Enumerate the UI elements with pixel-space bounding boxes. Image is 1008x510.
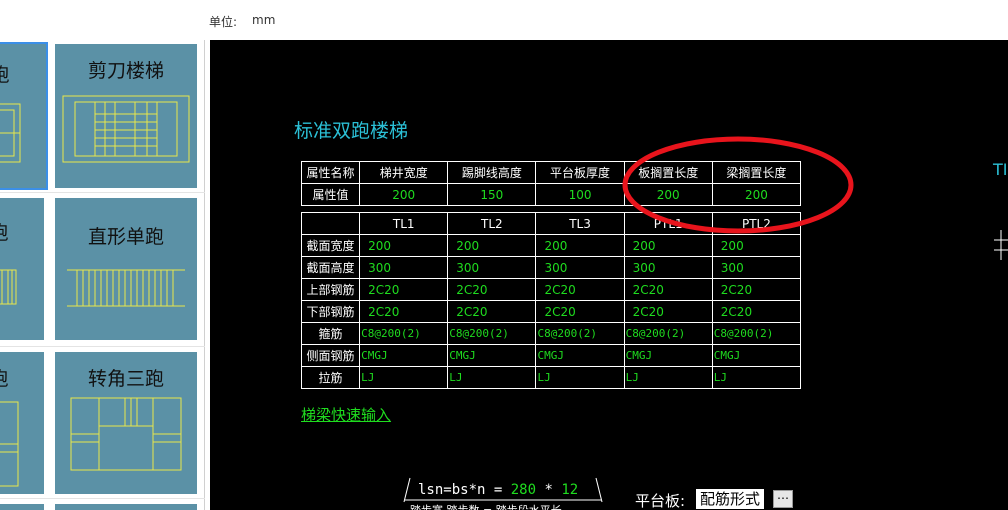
beam-quick-input-link[interactable]: 梯梁快速输入	[301, 404, 391, 425]
property-header: 属性名称	[300, 161, 361, 184]
formula-operator: *	[536, 482, 562, 498]
beam-value[interactable]: C8@200(2)	[711, 322, 802, 345]
formula-caption: 踏步宽 踏步数 = 踏步段水平长	[410, 502, 562, 510]
beam-value[interactable]: 300	[447, 256, 537, 279]
beam-row-label: 截面高度	[300, 256, 361, 279]
corner-stair-icon	[70, 397, 182, 471]
property-header: 踢脚线高度	[447, 161, 537, 184]
beam-corner-cell	[300, 212, 361, 235]
divider	[0, 346, 205, 347]
top-bar: 单位: mm	[0, 0, 1008, 40]
template-tile-straight-single-run[interactable]: 直形单跑	[55, 198, 197, 340]
stair-run-icon	[0, 401, 19, 487]
cad-canvas[interactable]: 标准双跑楼梯 属性名称 梯井宽度 踢脚线高度 平台板厚度 板搁置长度 梁搁置长度…	[210, 40, 1008, 510]
beam-value[interactable]: 2C20	[623, 300, 713, 323]
divider	[0, 498, 205, 499]
formula-prefix: lsn=bs*n =	[418, 482, 511, 498]
beam-value[interactable]: 300	[359, 256, 449, 279]
beam-column-header: TL3	[535, 212, 625, 235]
beam-value[interactable]: 300	[711, 256, 802, 279]
beam-value[interactable]: 2C20	[623, 278, 713, 301]
beam-value[interactable]: 200	[447, 234, 537, 257]
beam-value[interactable]: C8@200(2)	[623, 322, 713, 345]
divider	[0, 192, 205, 193]
template-tile-double-run[interactable]: 跑	[0, 42, 48, 190]
property-row-label: 属性值	[300, 183, 361, 206]
formula-bs[interactable]: 280	[511, 482, 536, 498]
unit-value: mm	[252, 13, 276, 27]
scissor-stair-icon	[62, 95, 190, 163]
platform-reinforcement-field[interactable]: 配筋形式	[696, 489, 765, 509]
beam-value[interactable]: LJ	[359, 366, 449, 389]
template-tile-run-2[interactable]: 跑	[0, 198, 44, 340]
beam-value[interactable]: C8@200(2)	[447, 322, 537, 345]
template-tile-partial[interactable]	[0, 504, 44, 510]
beam-row-label: 上部钢筋	[300, 278, 361, 301]
unit-label: 单位:	[209, 15, 238, 29]
property-value[interactable]: 150	[447, 183, 537, 206]
beam-value[interactable]: 300	[535, 256, 625, 279]
beam-value[interactable]: CMGJ	[447, 344, 537, 367]
beam-value[interactable]: C8@200(2)	[535, 322, 625, 345]
beam-value[interactable]: CMGJ	[535, 344, 625, 367]
beam-value[interactable]: 200	[359, 234, 449, 257]
straight-stair-icon	[67, 269, 185, 307]
formula-text: lsn=bs*n = 280 * 12	[418, 482, 578, 498]
stair-run-icon	[0, 269, 17, 305]
beam-value[interactable]: LJ	[535, 366, 625, 389]
beam-value[interactable]: 2C20	[711, 278, 802, 301]
beam-column-header: TL1	[359, 212, 449, 235]
beam-value[interactable]: 2C20	[711, 300, 802, 323]
property-header: 梯井宽度	[359, 161, 449, 184]
beam-value[interactable]: 2C20	[359, 300, 449, 323]
platform-label: 平台板:	[635, 492, 686, 510]
beam-value[interactable]: CMGJ	[623, 344, 713, 367]
property-value[interactable]: 200	[359, 183, 449, 206]
beam-column-header: TL2	[447, 212, 537, 235]
beam-value[interactable]: LJ	[623, 366, 713, 389]
highlight-ellipse	[622, 136, 854, 234]
beam-row-label: 截面宽度	[300, 234, 361, 257]
beam-value[interactable]: LJ	[447, 366, 537, 389]
beam-row-label: 拉筋	[300, 366, 361, 389]
beam-value[interactable]: 2C20	[447, 278, 537, 301]
beam-row-label: 下部钢筋	[300, 300, 361, 323]
template-tile-run-3[interactable]: 跑	[0, 352, 44, 494]
beam-value[interactable]: LJ	[711, 366, 802, 389]
property-header: 平台板厚度	[535, 161, 625, 184]
dimension-mark-icon	[994, 230, 1008, 260]
beam-value[interactable]: CMGJ	[359, 344, 449, 367]
beam-value[interactable]: C8@200(2)	[359, 322, 449, 345]
beam-value[interactable]: 2C20	[535, 278, 625, 301]
formula-n[interactable]: 12	[561, 482, 578, 498]
double-run-stair-icon	[0, 103, 21, 163]
property-value[interactable]: 100	[535, 183, 625, 206]
beam-value[interactable]: 2C20	[447, 300, 537, 323]
beam-value[interactable]: 2C20	[359, 278, 449, 301]
beam-row-label: 箍筋	[300, 322, 361, 345]
template-tile-partial[interactable]	[55, 504, 197, 510]
beam-value[interactable]: 200	[535, 234, 625, 257]
beam-value[interactable]: 2C20	[535, 300, 625, 323]
template-panel: 跑 剪刀楼梯 跑	[0, 40, 205, 510]
beam-row-label: 侧面钢筋	[300, 344, 361, 367]
right-edge-text: TI	[993, 160, 1008, 179]
drawing-title: 标准双跑楼梯	[294, 120, 409, 142]
beam-value[interactable]: 300	[623, 256, 713, 279]
platform-more-button[interactable]: ⋯	[773, 490, 793, 508]
template-tile-scissor-stair[interactable]: 剪刀楼梯	[55, 44, 197, 188]
template-tile-corner-triple-run[interactable]: 转角三跑	[55, 352, 197, 494]
beam-value[interactable]: CMGJ	[711, 344, 802, 367]
